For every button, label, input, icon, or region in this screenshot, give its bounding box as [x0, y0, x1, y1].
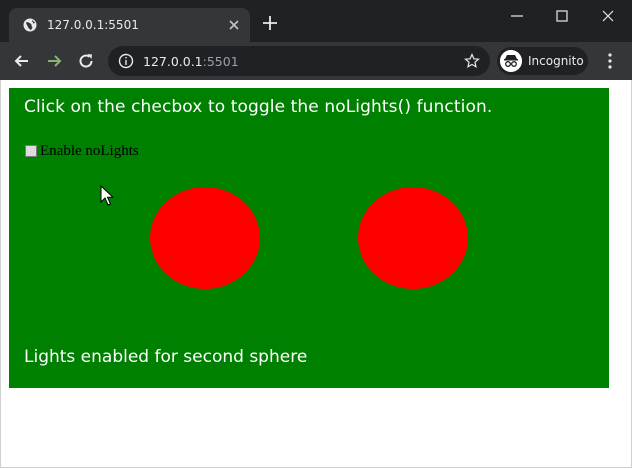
sketch-canvas[interactable] — [9, 88, 609, 388]
browser-titlebar: 127.0.0.1:5501 — [0, 0, 632, 42]
first-sphere — [150, 187, 260, 289]
second-sphere — [358, 187, 468, 289]
arrow-left-icon[interactable] — [12, 51, 32, 71]
window-close-icon[interactable] — [596, 6, 620, 26]
globe-icon — [23, 18, 37, 32]
url-port: :5501 — [202, 54, 239, 69]
instruction-text: Click on the checbox to toggle the noLig… — [24, 97, 493, 117]
url-host: 127.0.0.1 — [143, 54, 203, 69]
browser-tab[interactable]: 127.0.0.1:5501 — [9, 8, 250, 42]
nolights-checkbox-row[interactable]: Enable noLights — [25, 142, 139, 160]
lights-status-text: Lights enabled for second sphere — [24, 347, 308, 367]
url-text: 127.0.0.1:5501 — [143, 54, 239, 69]
close-icon[interactable] — [226, 17, 242, 33]
mouse-pointer-icon — [100, 185, 114, 206]
incognito-icon — [500, 50, 522, 72]
maximize-icon[interactable] — [550, 6, 574, 26]
new-tab-plus-icon[interactable] — [261, 14, 279, 32]
star-icon[interactable] — [464, 53, 480, 69]
nolights-checkbox-label[interactable]: Enable noLights — [40, 143, 139, 160]
nolights-checkbox[interactable] — [25, 145, 37, 157]
tab-title: 127.0.0.1:5501 — [47, 18, 139, 32]
kebab-menu-icon[interactable] — [604, 52, 616, 70]
minimize-icon[interactable] — [505, 6, 529, 26]
address-bar[interactable]: 127.0.0.1:5501 — [108, 46, 490, 76]
reload-icon[interactable] — [76, 51, 96, 71]
info-icon[interactable] — [118, 53, 134, 69]
incognito-profile-button[interactable]: Incognito — [497, 47, 588, 75]
arrow-right-icon[interactable] — [44, 51, 64, 71]
incognito-label: Incognito — [528, 54, 584, 68]
browser-toolbar: 127.0.0.1:5501 Incognito — [0, 42, 632, 80]
